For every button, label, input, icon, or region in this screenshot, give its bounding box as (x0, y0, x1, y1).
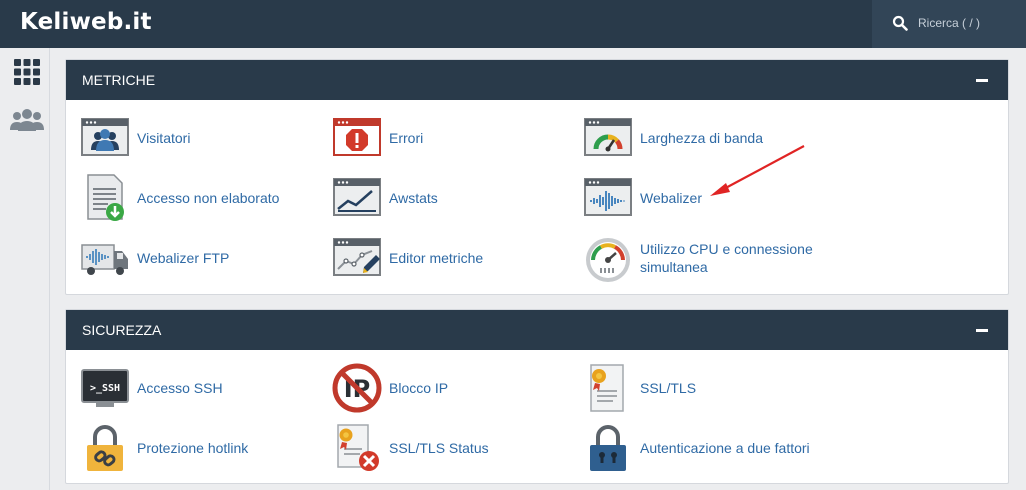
users-icon[interactable] (9, 106, 45, 134)
tool-label: SSL/TLS (640, 380, 697, 396)
tool-label: Awstats (389, 190, 438, 206)
metrics-panel-title: METRICHE (82, 72, 156, 88)
tool-label: Blocco IP (389, 380, 449, 396)
ip-block-icon: IP (332, 363, 382, 413)
ssl-status-icon (337, 424, 379, 471)
tool-label: Webalizer (640, 190, 702, 206)
ssl-tls-icon (590, 364, 624, 412)
tool-protezione-hotlink[interactable]: Protezione hotlink (80, 423, 300, 473)
tool-label: Accesso non elaborato (137, 190, 280, 206)
tool-blocco-ip[interactable]: IP Blocco IP (332, 363, 532, 413)
tool-editor-metriche[interactable]: Editor metriche (332, 233, 532, 283)
metrics-panel-header[interactable]: METRICHE (66, 60, 1008, 100)
collapse-icon[interactable] (976, 329, 988, 332)
cpu-usage-icon (586, 238, 630, 282)
webalizer-ftp-icon (81, 244, 128, 275)
brand-logo[interactable]: Keliweb.it (20, 9, 152, 35)
webalizer-icon (584, 178, 632, 216)
hotlink-icon (87, 425, 123, 471)
tool-ssl-tls-status[interactable]: SSL/TLS Status (332, 423, 532, 473)
security-panel: SICUREZZA >_SSH Accesso SSH IP Blocco IP… (65, 309, 1009, 484)
grid-icon[interactable] (11, 58, 43, 86)
visitors-icon (81, 118, 129, 156)
sidebar (0, 48, 50, 490)
errors-icon (333, 118, 381, 156)
search-input[interactable]: Ricerca ( / ) (918, 16, 980, 30)
top-bar: Keliweb.it Ricerca ( / ) (0, 0, 1026, 48)
tool-label: Errori (389, 130, 424, 146)
tool-errori[interactable]: Errori (332, 113, 532, 163)
tool-accesso-non-elaborato[interactable]: Accesso non elaborato (80, 173, 310, 223)
tool-awstats[interactable]: Awstats (332, 173, 532, 223)
tool-label-line2: simultanea (640, 259, 708, 275)
tool-label: Utilizzo CPU e connessione (640, 241, 813, 257)
search-box[interactable]: Ricerca ( / ) (872, 0, 1026, 48)
tool-label: Accesso SSH (137, 380, 223, 396)
tool-label: Autenticazione a due fattori (640, 440, 810, 456)
ssh-icon-text: >_SSH (90, 383, 120, 394)
tool-label: SSL/TLS Status (389, 440, 489, 456)
metrics-editor-icon (333, 238, 381, 276)
tool-utilizzo-cpu[interactable]: Utilizzo CPU e connessione simultanea (583, 233, 843, 289)
tool-accesso-ssh[interactable]: >_SSH Accesso SSH (80, 363, 280, 413)
tool-label: Protezione hotlink (137, 440, 249, 456)
security-panel-title: SICUREZZA (82, 322, 162, 338)
ssh-icon: >_SSH (81, 369, 129, 407)
collapse-icon[interactable] (976, 79, 988, 82)
metrics-panel: METRICHE Visitatori Errori Larghezza di … (65, 59, 1009, 295)
tool-autenticazione-due-fattori[interactable]: Autenticazione a due fattori (583, 423, 843, 473)
security-panel-header[interactable]: SICUREZZA (66, 310, 1008, 350)
tool-visitatori[interactable]: Visitatori (80, 113, 280, 163)
annotation-arrow (710, 145, 805, 196)
tool-label: Webalizer FTP (137, 250, 230, 266)
two-factor-icon (590, 425, 626, 471)
tool-webalizer-ftp[interactable]: Webalizer FTP (80, 233, 280, 283)
tool-ssl-tls[interactable]: SSL/TLS (583, 363, 783, 413)
awstats-icon (333, 178, 381, 216)
search-icon (892, 15, 908, 31)
bandwidth-icon (584, 118, 632, 156)
tool-label: Visitatori (137, 130, 191, 146)
raw-access-icon (87, 174, 124, 221)
tool-label: Editor metriche (389, 250, 484, 266)
